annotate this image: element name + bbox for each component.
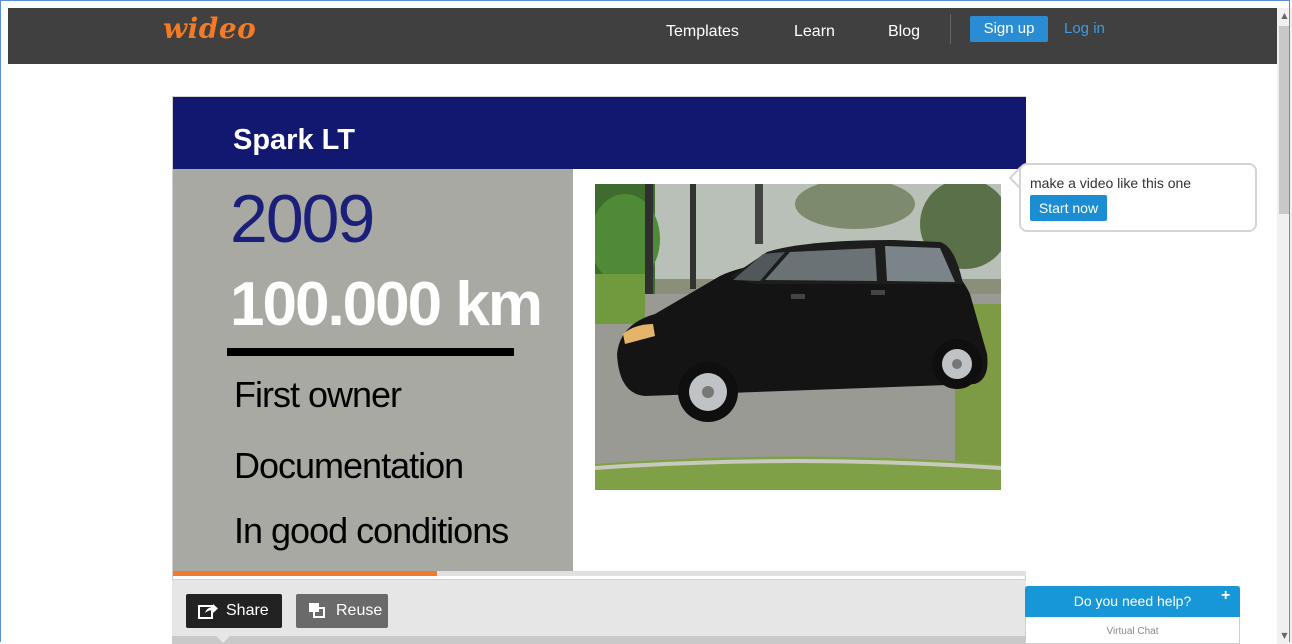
- bubble-text: make a video like this one: [1030, 175, 1192, 191]
- share-button[interactable]: Share: [186, 594, 282, 628]
- share-pointer-notch: [216, 636, 230, 643]
- nav-templates[interactable]: Templates: [666, 23, 739, 41]
- chat-expand-plus-icon[interactable]: +: [1221, 587, 1230, 605]
- nav-divider: [950, 14, 951, 44]
- scroll-thumb[interactable]: [1279, 26, 1290, 214]
- feature-documentation: Documentation: [234, 445, 464, 486]
- feature-first-owner: First owner: [234, 374, 402, 415]
- nav-blog[interactable]: Blog: [888, 23, 920, 41]
- sign-up-button[interactable]: Sign up: [970, 16, 1048, 42]
- reuse-button[interactable]: Reuse: [296, 594, 388, 628]
- share-icon: [198, 604, 218, 619]
- feature-condition: In good conditions: [234, 510, 509, 551]
- nav-learn[interactable]: Learn: [794, 23, 835, 41]
- scroll-down-arrow-icon[interactable]: ▼: [1277, 628, 1292, 644]
- scroll-up-arrow-icon[interactable]: ▲: [1277, 8, 1292, 24]
- start-now-button[interactable]: Start now: [1030, 195, 1107, 221]
- chat-subtitle: Virtual Chat: [1106, 626, 1159, 637]
- log-in-link[interactable]: Log in: [1064, 20, 1105, 37]
- mileage-text: 100.000 km: [230, 270, 543, 339]
- vertical-scrollbar[interactable]: ▲ ▼: [1277, 8, 1292, 644]
- share-label: Share: [226, 602, 269, 619]
- reuse-label: Reuse: [336, 602, 383, 619]
- year-text: 2009: [230, 181, 375, 257]
- chat-header[interactable]: Do you need help?: [1025, 586, 1240, 617]
- video-progress-fill: [173, 571, 437, 576]
- divider-line: [227, 348, 514, 356]
- controls-bottom-strip: [172, 636, 1026, 644]
- reuse-icon: [309, 603, 325, 618]
- wideo-logo[interactable]: wideo: [163, 12, 256, 45]
- video-progress-bar[interactable]: [173, 571, 1026, 576]
- car-photo: [595, 184, 1001, 490]
- video-title: Spark LT: [233, 124, 355, 156]
